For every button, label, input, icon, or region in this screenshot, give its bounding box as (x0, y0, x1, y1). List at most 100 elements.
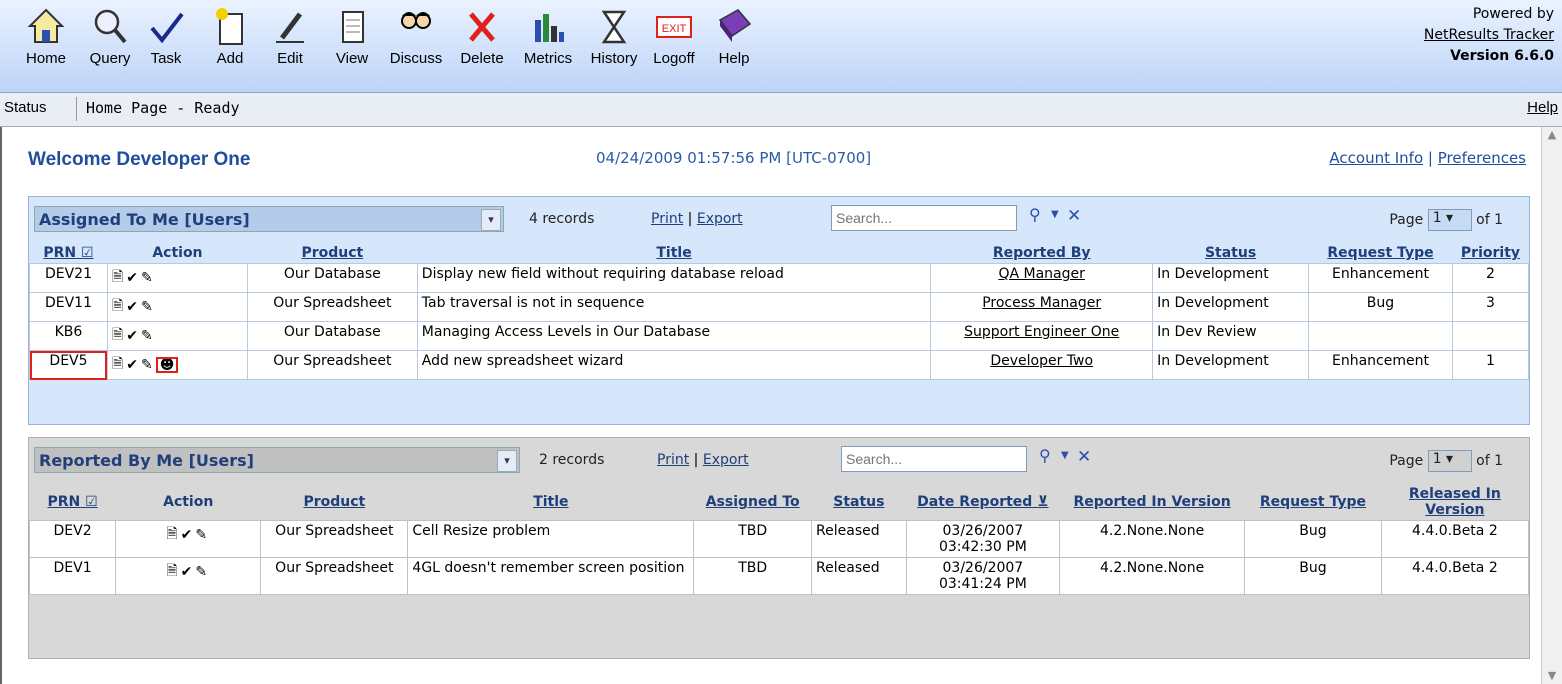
discuss-button[interactable]: Discuss (384, 6, 448, 90)
edit-pencil-icon[interactable]: ✎ (141, 357, 153, 373)
prn-cell[interactable]: DEV2 (28, 520, 117, 558)
title-column-header[interactable]: Title (417, 243, 930, 264)
task-check-icon[interactable]: ✔ (181, 527, 193, 543)
task-button[interactable]: Task (134, 6, 198, 90)
search-input[interactable] (841, 446, 1027, 472)
reported-in-cell: 4.2.None.None (1059, 520, 1246, 558)
status-cell: Released (811, 557, 907, 595)
reported-by-link[interactable]: QA Manager (998, 266, 1084, 282)
search-input[interactable] (831, 205, 1017, 231)
status-column-header[interactable]: Status (1153, 243, 1309, 264)
search-icon[interactable]: ⚲ (1029, 205, 1051, 229)
history-button[interactable]: History (582, 6, 646, 90)
priority-cell (1451, 321, 1530, 351)
released-in-version-column-header[interactable]: Released In Version (1381, 484, 1528, 521)
priority-column-header[interactable]: Priority (1452, 243, 1528, 264)
sort-icon[interactable]: ☑ (81, 245, 94, 261)
prn-column-header[interactable]: PRN ☑ (30, 484, 116, 521)
prn-cell[interactable]: KB6 (29, 321, 108, 351)
date-reported-column-header[interactable]: Date Reported ⊻ (906, 484, 1059, 521)
task-check-icon[interactable]: ✔ (126, 270, 138, 286)
add-button[interactable]: Add (198, 6, 262, 90)
edit-pencil-icon[interactable]: ✎ (195, 527, 207, 543)
delete-button[interactable]: Delete (450, 6, 514, 90)
product-column-header[interactable]: Product (261, 484, 408, 521)
view-document-icon[interactable]: 🗎 (112, 353, 123, 377)
title-column-header[interactable]: Title (408, 484, 694, 521)
vertical-scrollbar[interactable]: ▲ ▼ (1541, 127, 1562, 684)
view-select[interactable]: Reported By Me [Users] ▾ (34, 447, 520, 473)
prn-column-header[interactable]: PRN ☑ (30, 243, 108, 264)
print-link[interactable]: Print (657, 452, 689, 468)
page-select[interactable]: 1 ▾ (1427, 209, 1472, 231)
view-button[interactable]: View (320, 6, 384, 90)
product-cell: Our Spreadsheet (246, 292, 418, 322)
page-label: Page (1389, 212, 1424, 228)
page-select[interactable]: 1 ▾ (1427, 450, 1472, 472)
edit-pencil-icon[interactable]: ✎ (141, 328, 153, 344)
view-document-icon[interactable]: 🗎 (112, 266, 123, 290)
assigned-to-column-header[interactable]: Assigned To (694, 484, 812, 521)
task-check-icon[interactable]: ✔ (181, 564, 193, 580)
query-button[interactable]: Query (78, 6, 142, 90)
clear-search-icon[interactable]: ✕ (1067, 206, 1083, 226)
metrics-button[interactable]: Metrics (516, 6, 580, 90)
clear-search-icon[interactable]: ✕ (1077, 447, 1093, 467)
title-cell: Tab traversal is not in sequence (416, 292, 932, 322)
title-cell: Managing Access Levels in Our Database (416, 321, 932, 351)
print-export-links: Print | Export (657, 452, 749, 468)
task-check-icon[interactable]: ✔ (126, 299, 138, 315)
status-column-header[interactable]: Status (812, 484, 907, 521)
logoff-button[interactable]: EXIT Logoff (642, 6, 706, 90)
help-toolbar-button[interactable]: Help (702, 6, 766, 90)
view-document-icon[interactable]: 🗎 (166, 523, 177, 547)
prn-cell[interactable]: DEV21 (29, 263, 108, 293)
status-text: Home Page - Ready (86, 99, 240, 117)
reported-in-version-column-header[interactable]: Reported In Version (1060, 484, 1245, 521)
page-select-value: 1 (1432, 451, 1442, 467)
search-options-icon[interactable]: ▼ (1061, 450, 1069, 461)
reported-by-link[interactable]: Process Manager (982, 295, 1101, 311)
query-label: Query (89, 50, 131, 67)
edit-pencil-icon[interactable]: ✎ (141, 270, 153, 286)
reported-by-link[interactable]: Support Engineer One (964, 324, 1119, 340)
search-options-icon[interactable]: ▼ (1051, 209, 1059, 220)
account-info-link[interactable]: Account Info (1329, 149, 1423, 167)
scroll-down-icon[interactable]: ▼ (1544, 668, 1560, 684)
home-button[interactable]: Home (14, 6, 78, 90)
export-link[interactable]: Export (697, 211, 743, 227)
print-link[interactable]: Print (651, 211, 683, 227)
page-label: Page (1389, 453, 1424, 469)
task-check-icon[interactable]: ✔ (126, 357, 138, 373)
filter-icon[interactable]: ⊻ (1037, 494, 1048, 510)
search-icon[interactable]: ⚲ (1039, 446, 1061, 470)
person-icon[interactable]: ☻ (155, 357, 179, 373)
request-type-column-header[interactable]: Request Type (1309, 243, 1453, 264)
netresults-link[interactable]: NetResults Tracker (1424, 27, 1554, 43)
view-document-icon[interactable]: 🗎 (166, 560, 177, 584)
task-check-icon[interactable]: ✔ (126, 328, 138, 344)
reported-by-cell: QA Manager (930, 263, 1154, 293)
product-cell: Our Spreadsheet (260, 520, 409, 558)
edit-pencil-icon[interactable]: ✎ (141, 299, 153, 315)
export-link[interactable]: Export (703, 452, 749, 468)
prn-cell[interactable]: DEV11 (29, 292, 108, 322)
reported-by-link[interactable]: Developer Two (990, 353, 1093, 369)
chevron-down-icon: ▾ (497, 450, 517, 472)
preferences-link[interactable]: Preferences (1438, 149, 1526, 167)
view-select[interactable]: Assigned To Me [Users] ▾ (34, 206, 504, 232)
edit-pencil-icon[interactable]: ✎ (195, 564, 207, 580)
edit-button[interactable]: Edit (258, 6, 322, 90)
help-link[interactable]: Help (1527, 99, 1558, 116)
scroll-up-icon[interactable]: ▲ (1544, 127, 1560, 143)
page-total: of 1 (1476, 212, 1503, 228)
product-column-header[interactable]: Product (247, 243, 417, 264)
view-document-icon[interactable]: 🗎 (112, 295, 123, 319)
view-document-icon[interactable]: 🗎 (112, 324, 123, 348)
prn-cell[interactable]: DEV1 (28, 557, 117, 595)
prn-cell[interactable]: DEV5 (29, 350, 108, 380)
bar-chart-icon (535, 14, 564, 42)
reported-by-column-header[interactable]: Reported By (931, 243, 1153, 264)
request-type-column-header[interactable]: Request Type (1245, 484, 1382, 521)
sort-icon[interactable]: ☑ (85, 494, 98, 510)
